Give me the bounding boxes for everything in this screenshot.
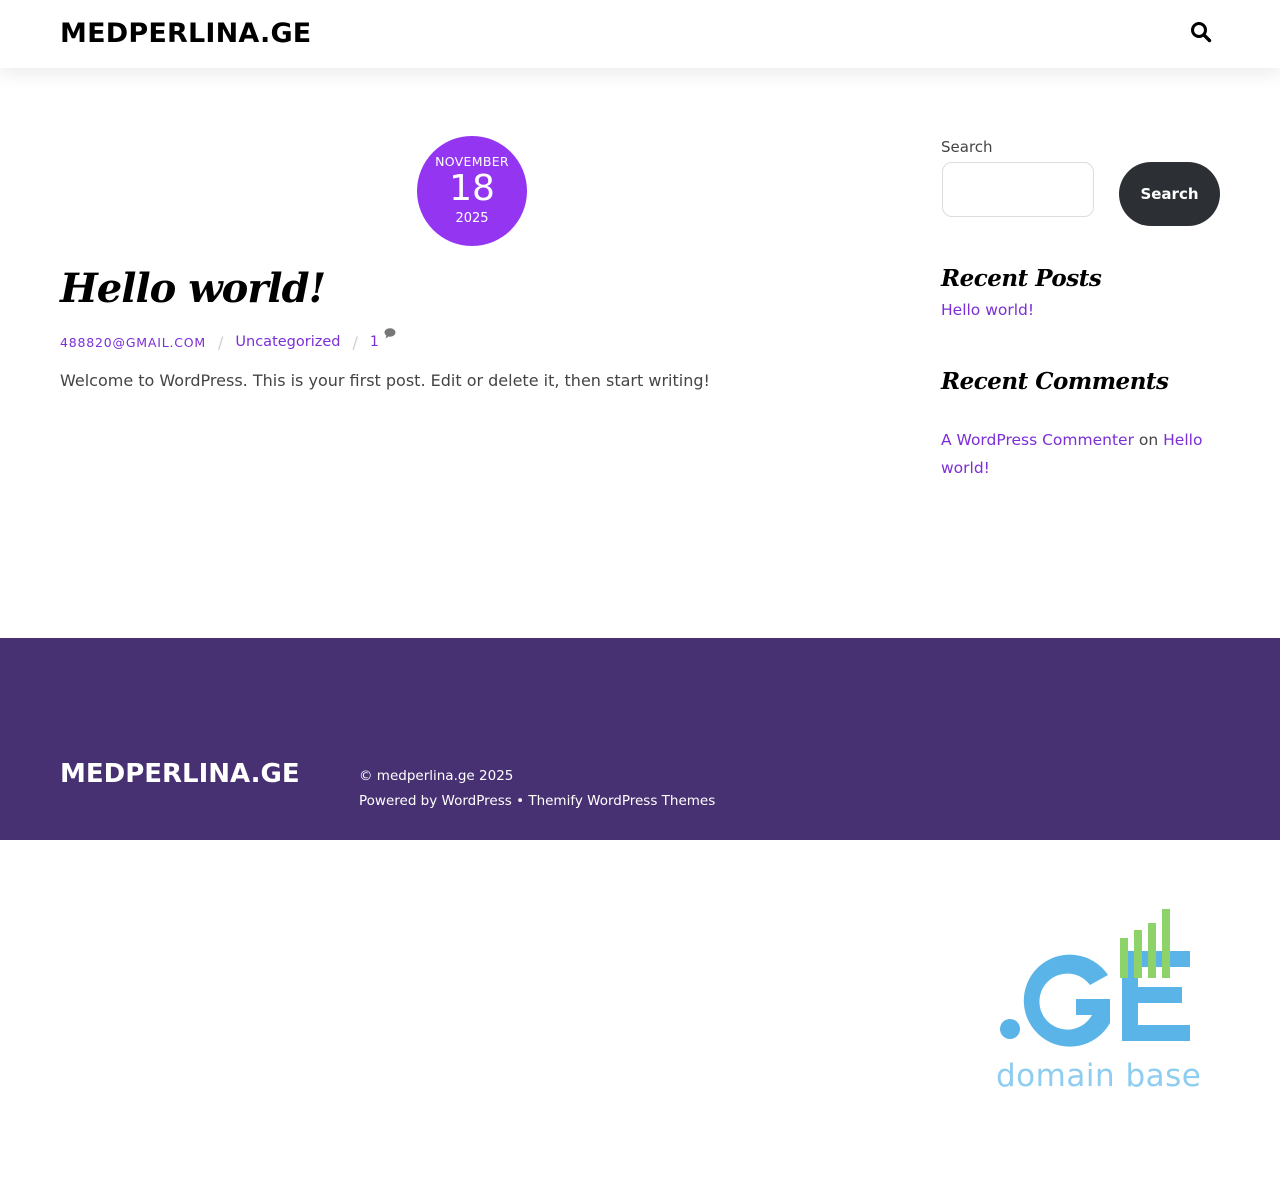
footer-copyright: © medperlina.ge 2025 (359, 768, 514, 784)
comment-author-link[interactable]: A WordPress Commenter (941, 431, 1134, 449)
post-date-month: NOVEMBER (435, 154, 509, 169)
site-logo[interactable]: MEDPERLINA.GE (60, 17, 311, 51)
search-button[interactable]: Search (1119, 162, 1220, 226)
site-header: MEDPERLINA.GE (0, 0, 1280, 68)
post-comments-link[interactable]: 1 (369, 328, 396, 350)
meta-separator: / (352, 332, 358, 352)
footer-powered-line: Powered by WordPress • Themify WordPress… (359, 789, 715, 814)
comment-connector: on (1138, 431, 1159, 449)
theme-credit-link[interactable]: Themify WordPress Themes (528, 793, 715, 809)
comment-icon (384, 328, 396, 339)
post-meta: 488820@GMAIL.COM / Uncategorized / 1 (60, 328, 396, 352)
powered-by-link[interactable]: Powered by WordPress (359, 793, 512, 809)
footer-logo[interactable]: MEDPERLINA.GE (60, 758, 300, 790)
post-author-link[interactable]: 488820@GMAIL.COM (60, 335, 206, 350)
post-date-year: 2025 (455, 211, 489, 226)
search-icon[interactable] (1190, 21, 1212, 43)
recent-comment-item: A WordPress Commenter on Hello world! (941, 426, 1211, 482)
footer-separator: • (516, 793, 525, 809)
post-excerpt: Welcome to WordPress. This is your first… (60, 371, 710, 390)
domain-base-text: domain base (996, 1058, 1202, 1094)
post-date-day: 18 (449, 168, 495, 209)
recent-comments-title: Recent Comments (941, 368, 1169, 395)
recent-posts-title: Recent Posts (941, 265, 1102, 292)
search-label: Search (941, 138, 993, 156)
footer-credits: © medperlina.ge 2025 Powered by WordPres… (359, 764, 715, 814)
post-title[interactable]: Hello world! (60, 263, 326, 315)
comment-count: 1 (369, 334, 379, 350)
site-footer: MEDPERLINA.GE © medperlina.ge 2025 Power… (0, 638, 1280, 840)
search-input[interactable] (942, 162, 1094, 217)
post-category-link[interactable]: Uncategorized (235, 334, 340, 350)
meta-separator: / (218, 332, 224, 352)
post-date-badge: NOVEMBER 18 2025 (417, 136, 527, 246)
recent-post-link[interactable]: Hello world! (941, 301, 1034, 319)
